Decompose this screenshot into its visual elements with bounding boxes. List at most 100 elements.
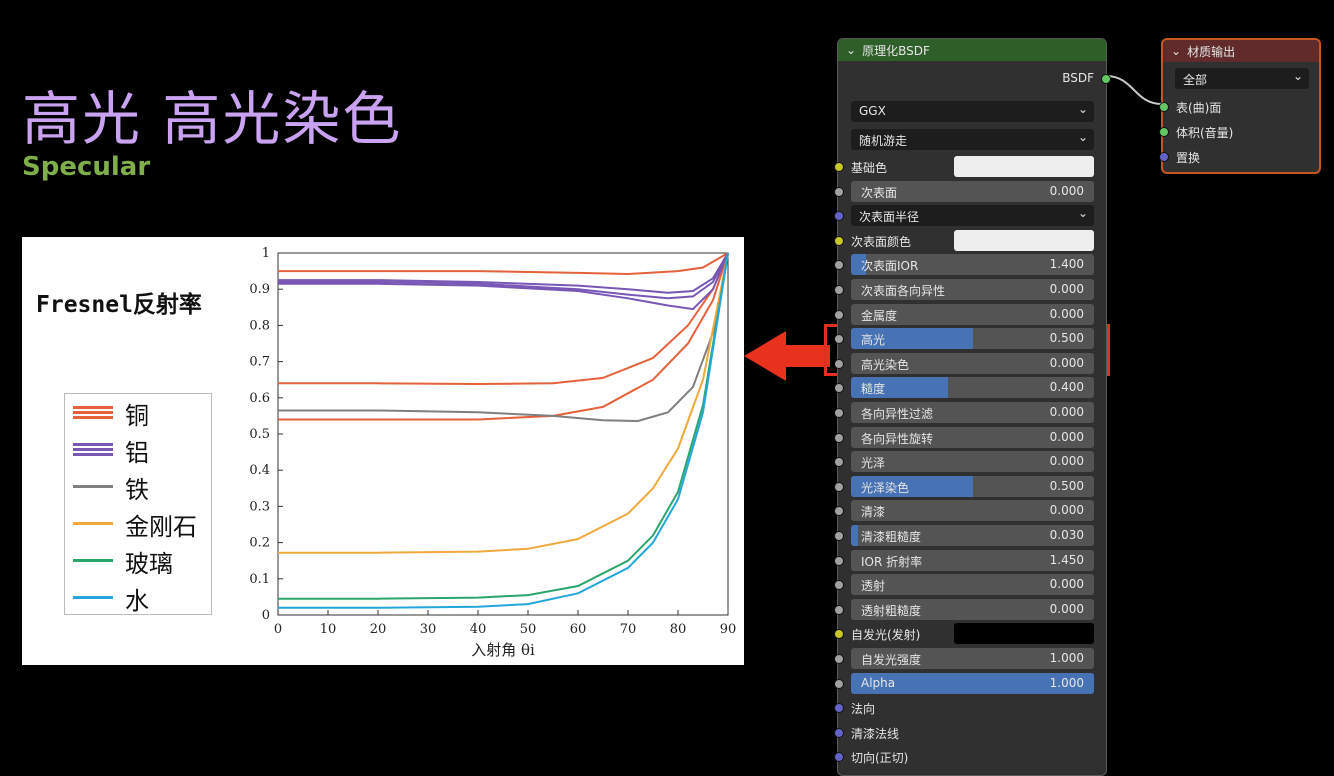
input-socket[interactable] [834,654,844,664]
input-socket[interactable] [834,334,844,345]
x-tick-label: 60 [570,622,587,637]
input-socket[interactable] [834,186,844,197]
input-socket[interactable] [834,678,844,689]
input-socket[interactable] [834,531,844,541]
slider-label: 各向异性过滤 [861,407,934,421]
color-input-label: 次表面颜色 [851,234,912,249]
input-socket[interactable] [834,309,844,320]
bsdf-input-row: 自发光(发射) [834,623,1106,645]
input-socket[interactable] [834,506,844,517]
input-socket[interactable] [834,457,844,468]
value-slider[interactable]: IOR 折射率 1.450 [851,549,1094,571]
input-socket[interactable] [834,432,844,443]
y-tick-label: 0.5 [249,427,270,442]
color-swatch[interactable] [954,156,1094,177]
bsdf-input-row: 清漆粗糙度 0.030 [834,525,1106,546]
input-socket[interactable] [834,260,844,271]
slider-label: 清漆粗糙度 [861,530,922,544]
slider-value: 0.000 [1049,454,1084,469]
bsdf-input-row: 基础色 [834,156,1106,177]
input-socket[interactable] [834,752,844,763]
collapse-chevron-icon[interactable]: ⌄ [846,43,856,57]
y-tick-label: 0.2 [249,536,270,551]
value-slider[interactable]: 自发光强度 1.000 [851,648,1094,669]
series-line-铜 [278,252,729,276]
legend-label: 铜 [125,401,149,430]
color-swatch[interactable] [954,623,1094,645]
value-slider[interactable]: 糙度 0.400 [851,377,1094,399]
value-slider[interactable]: 清漆 0.000 [851,500,1094,522]
value-slider[interactable]: 次表面各向异性 0.000 [851,279,1094,300]
value-slider[interactable]: 光泽 0.000 [851,451,1094,473]
value-slider[interactable]: 清漆粗糙度 0.030 [851,525,1094,546]
x-tick-label: 0 [274,622,282,637]
input-socket[interactable] [834,703,844,714]
value-slider[interactable]: Alpha 1.000 [851,672,1094,694]
value-slider[interactable]: 高光染色 0.000 [851,352,1094,374]
value-slider[interactable]: 透射粗糙度 0.000 [851,598,1094,620]
input-label: 法向 [851,702,876,717]
input-socket[interactable] [834,211,844,222]
y-tick-label: 0.1 [249,572,270,587]
slider-label: 透射 [861,579,886,594]
input-socket[interactable] [834,235,844,246]
output-input-row: 置换 [1159,146,1319,167]
value-slider[interactable]: 各向异性过滤 0.000 [851,402,1094,423]
input-socket[interactable] [834,162,844,172]
bsdf-input-row: 糙度 0.400 [834,377,1106,399]
slider-label: 光泽 [861,456,886,471]
value-slider[interactable]: 次表面 0.000 [851,180,1094,202]
input-socket[interactable] [834,727,844,738]
value-slider[interactable]: 次表面IOR 1.400 [851,254,1094,276]
slider-value: 0.000 [1049,601,1084,616]
slider-value: 0.000 [1049,405,1084,419]
input-socket[interactable] [834,604,844,615]
input-label: 置换 [1176,151,1201,165]
slider-label: 高光 [861,333,886,348]
input-socket[interactable] [834,383,844,394]
bsdf-input-row: 次表面 0.000 [834,180,1106,202]
bsdf-output-socket[interactable] [1101,74,1111,84]
slider-label: 光泽染色 [861,480,910,495]
bsdf-input-row: IOR 折射率 1.450 [834,549,1106,571]
slider-value: 0.000 [1049,183,1084,198]
input-socket[interactable] [834,481,844,492]
collapse-chevron-icon[interactable]: ⌄ [1171,44,1181,58]
page-title: 高光 高光染色 [22,85,403,153]
color-swatch[interactable] [954,229,1094,251]
value-slider[interactable]: 光泽染色 0.500 [851,475,1094,497]
vector-dropdown[interactable]: 次表面半径 ⌄ [851,205,1094,227]
input-socket[interactable] [1159,102,1169,112]
value-slider[interactable]: 透射 0.000 [851,574,1094,596]
slider-value: 1.400 [1049,257,1084,272]
bsdf-node-header[interactable]: ⌄ 原理化BSDF [838,39,1106,61]
input-socket[interactable] [1159,152,1169,162]
legend-label: 水 [125,586,149,615]
value-slider[interactable]: 高光 0.500 [851,328,1094,350]
input-socket[interactable] [1159,127,1169,137]
distribution-dropdown[interactable]: GGX ⌄ [851,101,1094,122]
subsurface-method-dropdown[interactable]: 随机游走 ⌄ [851,129,1094,150]
series-line-铜 [278,252,729,421]
bsdf-input-row: 高光 0.500 [834,328,1106,350]
input-socket[interactable] [834,285,844,295]
x-tick-label: 70 [620,622,637,637]
value-slider[interactable]: 金属度 0.000 [851,303,1094,325]
input-socket[interactable] [834,580,844,591]
output-node-header[interactable]: ⌄ 材质输出 [1163,40,1319,62]
legend-swatch [73,591,113,605]
slider-label: 次表面各向异性 [861,284,946,298]
slider-value: 0.500 [1049,331,1084,346]
principled-bsdf-node[interactable]: ⌄ 原理化BSDF BSDF GGX ⌄ 随机游走 ⌄ 基础色 次表面 0.000 次… [834,38,1111,776]
input-socket[interactable] [834,555,844,566]
output-target-dropdown[interactable]: 全部 ⌄ [1175,68,1309,89]
chevron-down-icon: ⌄ [1292,69,1303,83]
material-output-node[interactable]: ⌄ 材质输出 全部 ⌄ 表(曲)面 体积(音量) 置换 [1159,38,1321,174]
input-socket[interactable] [834,629,844,640]
slider-label: IOR 折射率 [861,554,923,569]
slider-label: 透射粗糙度 [861,603,922,618]
slider-value: 0.000 [1049,577,1084,592]
input-socket[interactable] [834,408,844,418]
value-slider[interactable]: 各向异性旋转 0.000 [851,426,1094,448]
input-socket[interactable] [834,358,844,369]
